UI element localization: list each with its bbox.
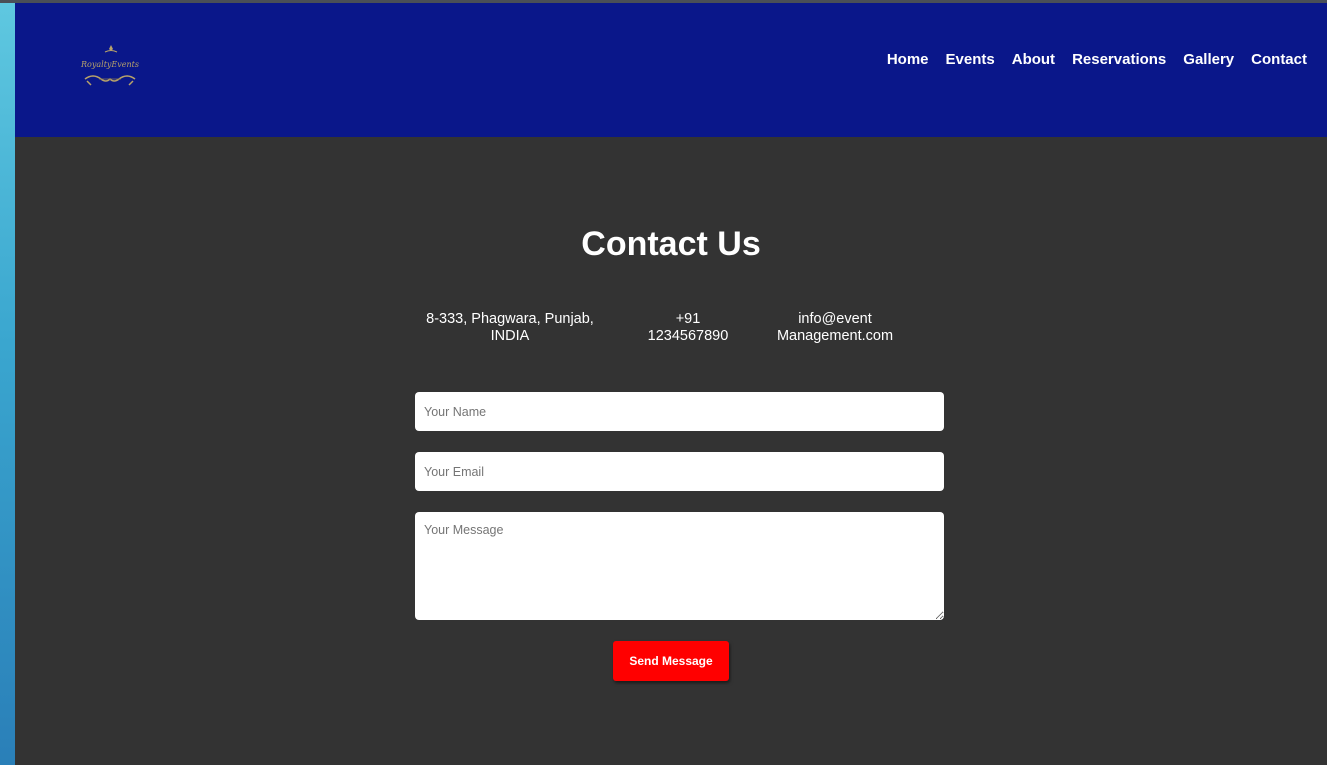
logo[interactable]: RoyaltyEvents — [75, 43, 145, 91]
contact-email: info@event Management.com — [760, 311, 910, 345]
main-nav: Home Events About Reservations Gallery C… — [887, 51, 1307, 68]
email-line-2: Management.com — [776, 328, 894, 344]
send-message-button[interactable]: Send Message — [613, 641, 729, 681]
nav-about[interactable]: About — [1012, 51, 1055, 68]
phone-line-1: +91 — [675, 311, 701, 327]
nav-events[interactable]: Events — [946, 51, 995, 68]
royalty-events-logo-icon: RoyaltyEvents — [80, 45, 139, 86]
address-line-2: INDIA — [490, 328, 530, 344]
address-line-1: 8-333, Phagwara, Punjab, — [426, 311, 594, 327]
site-header: RoyaltyEvents Home Events About Reservat… — [15, 3, 1327, 137]
contact-section: Contact Us 8-333, Phagwara, Punjab, INDI… — [15, 137, 1327, 765]
contact-phone: +91 1234567890 — [643, 311, 733, 345]
contact-address: 8-333, Phagwara, Punjab, INDIA — [420, 311, 600, 345]
nav-reservations[interactable]: Reservations — [1072, 51, 1166, 68]
left-side-strip — [0, 0, 15, 765]
svg-text:RoyaltyEvents: RoyaltyEvents — [80, 60, 139, 69]
page-title: Contact Us — [581, 225, 761, 263]
email-line-1: info@event — [798, 311, 872, 327]
phone-line-2: 1234567890 — [647, 328, 729, 344]
name-input[interactable] — [415, 392, 944, 431]
message-textarea[interactable] — [415, 512, 944, 620]
nav-gallery[interactable]: Gallery — [1183, 51, 1234, 68]
nav-home[interactable]: Home — [887, 51, 929, 68]
email-input[interactable] — [415, 452, 944, 491]
nav-contact[interactable]: Contact — [1251, 51, 1307, 68]
